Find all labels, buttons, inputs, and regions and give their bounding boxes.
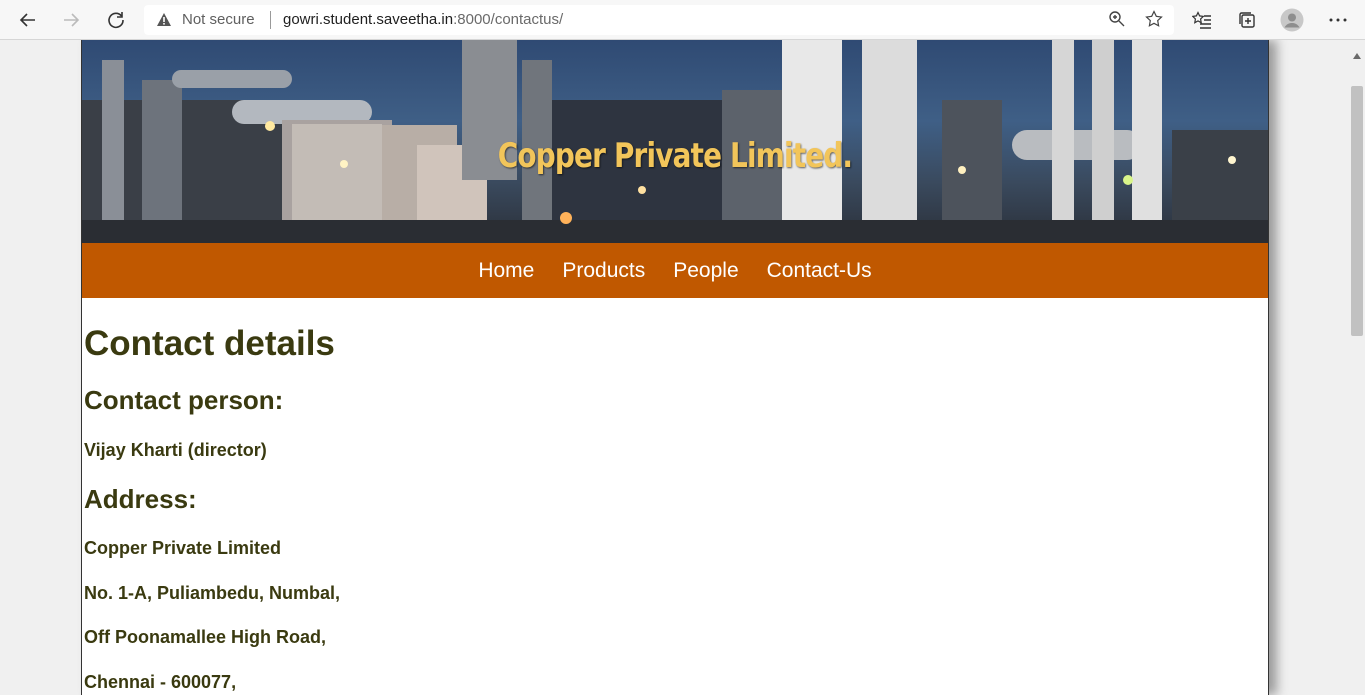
address-line: Copper Private Limited <box>84 538 282 558</box>
url-path: :8000/contactus/ <box>453 11 564 28</box>
nav-people[interactable]: People <box>673 259 738 283</box>
contact-person-heading: Contact person: <box>84 385 284 415</box>
nav-contact-us[interactable]: Contact-Us <box>767 259 872 283</box>
favorites-icon[interactable] <box>1186 4 1218 36</box>
omnibox-separator <box>270 11 271 29</box>
page-viewport: Copper Private Limited. Home Products Pe… <box>0 40 1349 695</box>
star-icon[interactable] <box>1145 10 1163 33</box>
reload-icon[interactable] <box>100 4 132 36</box>
page-container: Copper Private Limited. Home Products Pe… <box>81 40 1269 695</box>
warning-icon <box>156 12 172 32</box>
collections-icon[interactable] <box>1231 4 1263 36</box>
forward-icon[interactable] <box>55 4 87 36</box>
brand-title: Copper Private Limited. <box>497 136 853 176</box>
address-line: Chennai - 600077, <box>84 672 237 692</box>
address-line: Off Poonamallee High Road, <box>84 627 327 647</box>
browser-toolbar: Not secure gowri.student.saveetha.in:800… <box>0 0 1365 40</box>
address-line: No. 1-A, Puliambedu, Numbal, <box>84 583 341 603</box>
security-label[interactable]: Not secure <box>182 11 255 28</box>
more-icon[interactable] <box>1322 4 1354 36</box>
header-banner-image: Copper Private Limited. <box>82 40 1268 243</box>
scrollbar-thumb[interactable] <box>1351 86 1363 336</box>
main-nav: Home Products People Contact-Us <box>82 243 1268 298</box>
back-icon[interactable] <box>12 4 44 36</box>
address-heading: Address: <box>84 484 197 514</box>
url-host: gowri.student.saveetha.in <box>283 11 454 28</box>
contact-person-name: Vijay Kharti (director) <box>84 440 267 460</box>
nav-home[interactable]: Home <box>478 259 534 283</box>
page-title: Contact details <box>84 324 335 363</box>
vertical-scrollbar[interactable] <box>1349 40 1365 695</box>
zoom-icon[interactable] <box>1108 10 1126 33</box>
scroll-up-icon[interactable] <box>1353 46 1361 64</box>
profile-icon[interactable] <box>1276 4 1308 36</box>
url-text[interactable]: gowri.student.saveetha.in:8000/contactus… <box>283 11 563 28</box>
nav-products[interactable]: Products <box>562 259 645 283</box>
address-bar[interactable]: Not secure gowri.student.saveetha.in:800… <box>144 5 1174 35</box>
